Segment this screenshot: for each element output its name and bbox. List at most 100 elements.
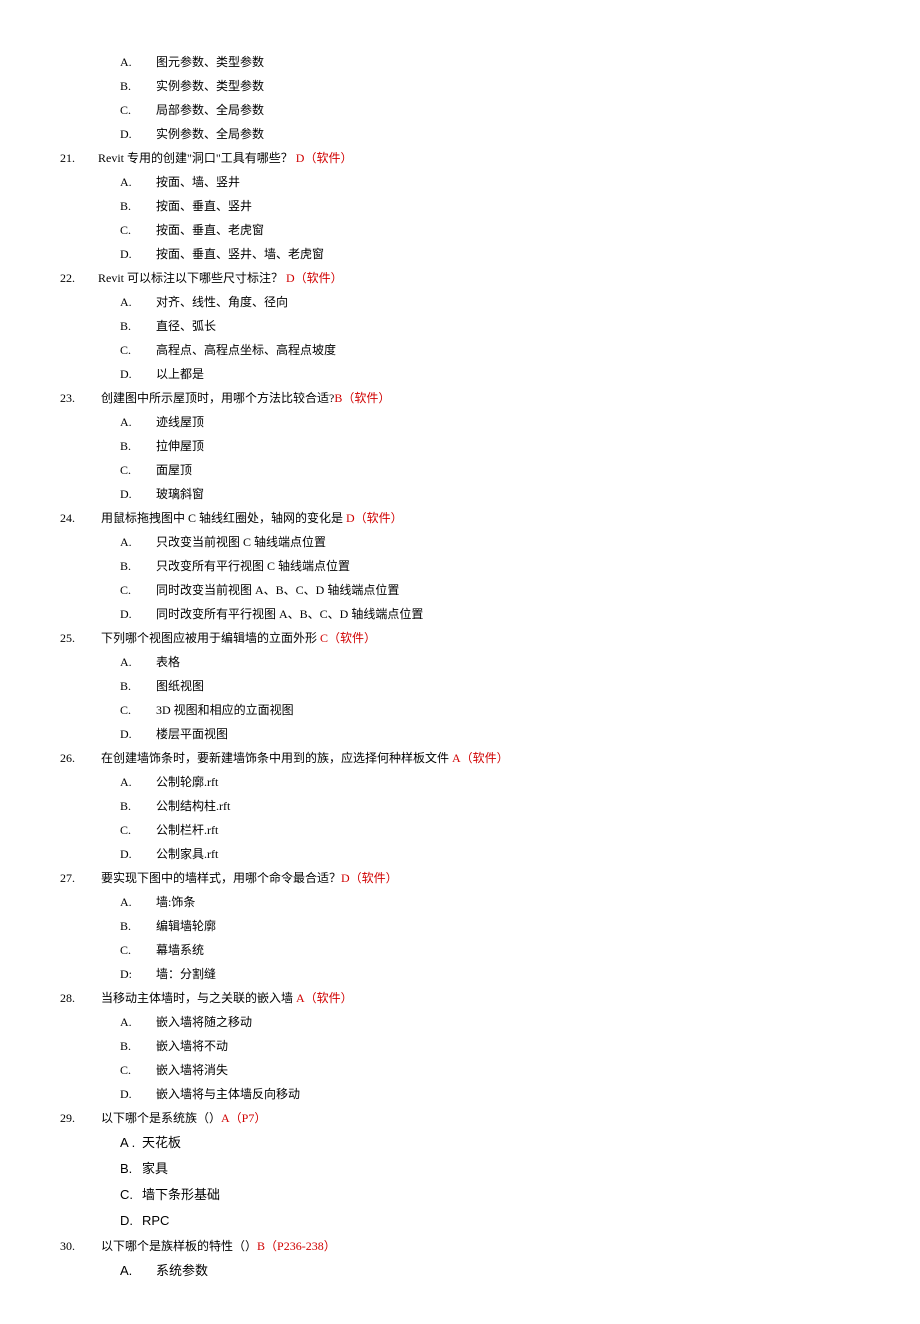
option-text: 按面、墙、竖井 — [156, 175, 240, 189]
option-text: 图纸视图 — [156, 679, 204, 693]
q29-option-b: B.家具 — [60, 1156, 860, 1182]
option-text: 楼层平面视图 — [156, 727, 228, 741]
option-letter: C. — [120, 338, 156, 362]
option-text: 天花板 — [142, 1135, 181, 1150]
question-answer: B（软件） — [334, 391, 390, 405]
question-21: 21.Revit 专用的创建"洞口"工具有哪些？ D（软件） — [60, 146, 860, 170]
question-text: 当移动主体墙时，与之关联的嵌入墙 — [98, 991, 293, 1005]
q23-option-d: D.玻璃斜窗 — [60, 482, 860, 506]
option-letter: C. — [120, 1058, 156, 1082]
question-number: 28. — [60, 986, 98, 1010]
question-number: 22. — [60, 266, 98, 290]
q28-option-c: C.嵌入墙将消失 — [60, 1058, 860, 1082]
q26-option-a: A.公制轮廓.rft — [60, 770, 860, 794]
option-letter: C. — [120, 218, 156, 242]
q23-option-c: C.面屋顶 — [60, 458, 860, 482]
question-26: 26. 在创建墙饰条时，要新建墙饰条中用到的族，应选择何种样板文件 A（软件） — [60, 746, 860, 770]
q28-option-a: A.嵌入墙将随之移动 — [60, 1010, 860, 1034]
option-letter: A. — [120, 1258, 156, 1284]
option-letter: C. — [120, 578, 156, 602]
option-text: 墙:饰条 — [156, 895, 195, 909]
document-body: A.图元参数、类型参数 B.实例参数、类型参数 C. 局部参数、全局参数 D.实例… — [60, 50, 860, 1284]
option-text: 嵌入墙将不动 — [156, 1039, 228, 1053]
option-letter: D. — [120, 842, 156, 866]
question-29: 29. 以下哪个是系统族（）A（P7） — [60, 1106, 860, 1130]
question-number: 23. — [60, 386, 98, 410]
option-text: 墙下条形基础 — [142, 1187, 220, 1202]
option-text: 高程点、高程点坐标、高程点坡度 — [156, 343, 336, 357]
question-number: 24. — [60, 506, 98, 530]
option-text: 玻璃斜窗 — [156, 487, 204, 501]
question-27: 27. 要实现下图中的墙样式，用哪个命令最合适？D（软件） — [60, 866, 860, 890]
option-letter: A. — [120, 770, 156, 794]
option-letter: D: — [120, 962, 156, 986]
question-28: 28. 当移动主体墙时，与之关联的嵌入墙 A（软件） — [60, 986, 860, 1010]
question-text: 在创建墙饰条时，要新建墙饰条中用到的族，应选择何种样板文件 — [98, 751, 449, 765]
question-number: 27. — [60, 866, 98, 890]
question-text: 以下哪个是系统族（） — [98, 1111, 221, 1125]
option-letter: D. — [120, 722, 156, 746]
option-letter: B. — [120, 194, 156, 218]
question-answer: A（P7） — [221, 1111, 266, 1125]
option-text: 3D 视图和相应的立面视图 — [156, 703, 294, 717]
option-letter: A . — [120, 1130, 142, 1156]
q27-option-b: B.编辑墙轮廓 — [60, 914, 860, 938]
option-text: 家具 — [142, 1161, 168, 1176]
q23-option-b: B.拉伸屋顶 — [60, 434, 860, 458]
option-text: 面屋顶 — [156, 463, 192, 477]
pre-option-b: B.实例参数、类型参数 — [60, 74, 860, 98]
question-number: 21. — [60, 146, 98, 170]
option-letter: D. — [120, 1082, 156, 1106]
q28-option-d: D.嵌入墙将与主体墙反向移动 — [60, 1082, 860, 1106]
question-text: 用鼠标拖拽图中 C 轴线红圈处，轴网的变化是 — [98, 511, 343, 525]
pre-option-a: A.图元参数、类型参数 — [60, 50, 860, 74]
option-text: 对齐、线性、角度、径向 — [156, 295, 288, 309]
option-letter: B. — [120, 74, 156, 98]
q25-option-b: B.图纸视图 — [60, 674, 860, 698]
q22-option-b: B.直径、弧长 — [60, 314, 860, 338]
question-text: 以下哪个是族样板的特性（） — [98, 1239, 257, 1253]
question-22: 22.Revit 可以标注以下哪些尺寸标注？ D（软件） — [60, 266, 860, 290]
option-letter: A. — [120, 50, 156, 74]
pre-option-d: D.实例参数、全局参数 — [60, 122, 860, 146]
question-text: 要实现下图中的墙样式，用哪个命令最合适？ — [98, 871, 341, 885]
q22-option-c: C.高程点、高程点坐标、高程点坡度 — [60, 338, 860, 362]
option-letter: C. — [120, 1182, 142, 1208]
question-answer: D（软件） — [341, 871, 398, 885]
question-number: 29. — [60, 1106, 98, 1130]
option-text: 直径、弧长 — [156, 319, 216, 333]
q24-option-a: A.只改变当前视图 C 轴线端点位置 — [60, 530, 860, 554]
option-letter: A. — [120, 530, 156, 554]
option-letter: B. — [120, 554, 156, 578]
option-letter: A. — [120, 410, 156, 434]
q29-option-d: D.RPC — [60, 1208, 860, 1234]
option-text: 嵌入墙将与主体墙反向移动 — [156, 1087, 300, 1101]
q22-option-a: A.对齐、线性、角度、径向 — [60, 290, 860, 314]
option-letter: B. — [120, 674, 156, 698]
question-answer: A（软件） — [293, 991, 353, 1005]
question-answer: D（软件） — [293, 151, 353, 165]
q29-option-c: C.墙下条形基础 — [60, 1182, 860, 1208]
question-answer: C（软件） — [317, 631, 376, 645]
q22-option-d: D.以上都是 — [60, 362, 860, 386]
q25-option-a: A.表格 — [60, 650, 860, 674]
option-letter: A. — [120, 290, 156, 314]
q26-option-c: C.公制栏杆.rft — [60, 818, 860, 842]
q27-option-c: C.幕墙系统 — [60, 938, 860, 962]
question-23: 23. 创建图中所示屋顶时，用哪个方法比较合适?B（软件） — [60, 386, 860, 410]
option-text: 公制轮廓.rft — [156, 775, 218, 789]
q26-option-d: D.公制家具.rft — [60, 842, 860, 866]
q21-option-d: D.按面、垂直、竖井、墙、老虎窗 — [60, 242, 860, 266]
q23-option-a: A.迹线屋顶 — [60, 410, 860, 434]
q21-option-a: A.按面、墙、竖井 — [60, 170, 860, 194]
option-letter: D. — [120, 242, 156, 266]
q21-option-c: C.按面、垂直、老虎窗 — [60, 218, 860, 242]
option-letter: D. — [120, 482, 156, 506]
question-answer: D（软件） — [343, 511, 403, 525]
option-text: 公制家具.rft — [156, 847, 218, 861]
q26-option-b: B.公制结构柱.rft — [60, 794, 860, 818]
option-letter: A. — [120, 170, 156, 194]
option-text: 系统参数 — [156, 1263, 208, 1278]
option-text: 局部参数、全局参数 — [156, 103, 264, 117]
question-answer: B（P236-238） — [257, 1239, 336, 1253]
